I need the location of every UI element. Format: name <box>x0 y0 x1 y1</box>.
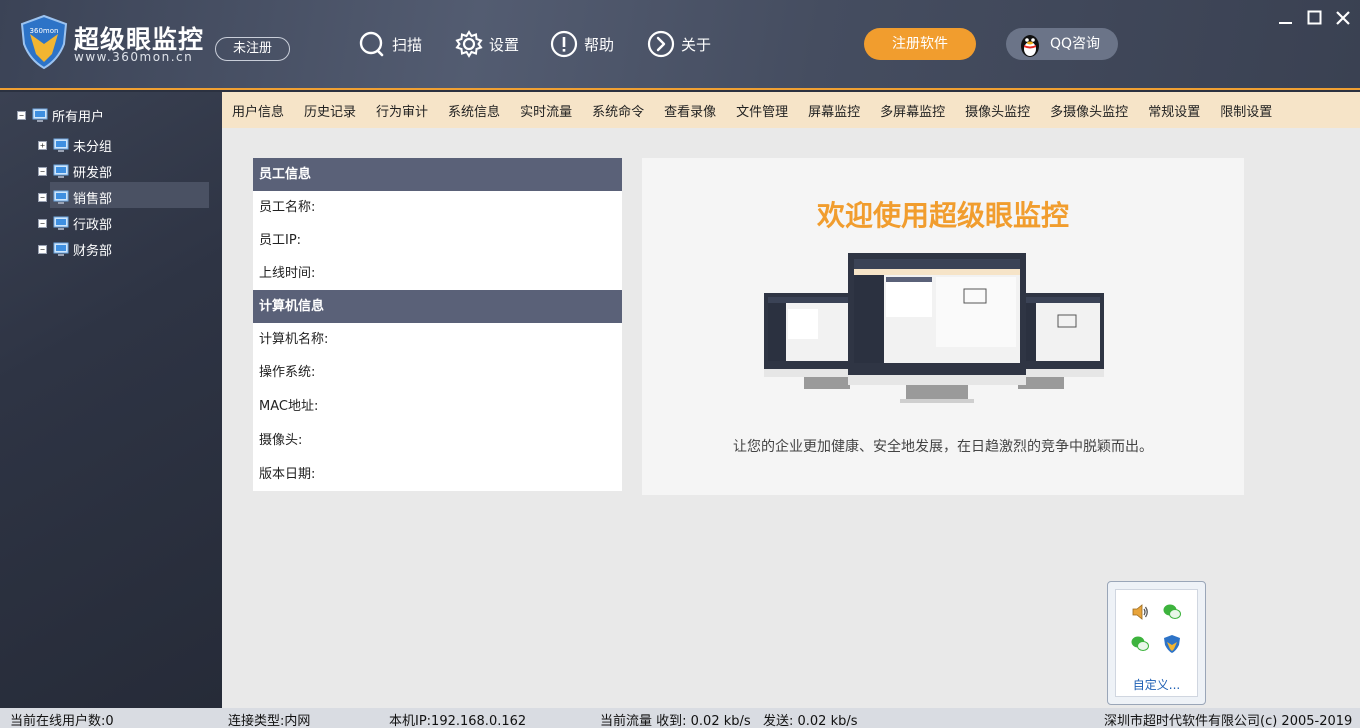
settings-button[interactable]: 设置 <box>455 28 519 60</box>
collapse-icon[interactable]: − <box>38 244 47 254</box>
tree-label: 财务部 <box>73 243 113 259</box>
brand-url: www.360mon.cn <box>74 50 194 64</box>
help-button[interactable]: 帮助 <box>550 28 614 60</box>
tree-node-admin[interactable]: − 行政部 <box>38 212 112 234</box>
tab-multi-screen[interactable]: 多屏幕监控 <box>880 101 945 120</box>
tree-node-rd[interactable]: − 研发部 <box>38 160 112 182</box>
tree-label: 未分组 <box>73 139 113 155</box>
monitors-illustration <box>764 253 1104 403</box>
tray-customize-link[interactable]: 自定义... <box>1108 676 1205 693</box>
unregistered-badge[interactable]: 未注册 <box>215 37 290 61</box>
tray-overflow-popup: 自定义... <box>1107 581 1206 705</box>
tab-camera-monitor[interactable]: 摄像头监控 <box>965 101 1030 120</box>
welcome-panel: 欢迎使用超级眼监控 让您的企业更加健康、安全地发展，在日趋激烈的竞争中脱颖而出。 <box>642 158 1244 495</box>
tree-node-finance[interactable]: − 财务部 <box>38 238 112 260</box>
tree-label: 行政部 <box>73 217 113 233</box>
scan-button[interactable]: 扫描 <box>358 28 422 60</box>
collapse-icon[interactable]: − <box>17 110 26 120</box>
welcome-title: 欢迎使用超级眼监控 <box>816 199 1069 232</box>
collapse-icon[interactable]: − <box>38 166 47 176</box>
tab-multi-camera[interactable]: 多摄像头监控 <box>1050 101 1128 120</box>
register-button[interactable]: 注册软件 <box>864 28 976 60</box>
mac-field: MAC地址: <box>259 399 319 414</box>
function-tabs: 用户信息 历史记录 行为审计 系统信息 实时流量 系统命令 查看录像 文件管理 … <box>222 92 1360 128</box>
status-bar: 当前在线用户数:0 连接类型:内网 本机IP:192.168.0.162 当前流… <box>0 708 1360 728</box>
info-panel: 员工信息 员工名称: 员工IP: 上线时间: 计算机信息 计算机名称: 操作系统… <box>253 158 622 491</box>
tab-general-settings[interactable]: 常规设置 <box>1148 101 1200 120</box>
tree-label: 研发部 <box>73 165 113 181</box>
copyright-status: 深圳市超时代软件有限公司(c) 2005-2019 <box>1104 714 1353 728</box>
computer-icon <box>32 108 48 122</box>
welcome-subtitle: 让您的企业更加健康、安全地发展，在日趋激烈的竞争中脱颖而出。 <box>733 439 1153 455</box>
tab-view-recording[interactable]: 查看录像 <box>664 101 716 120</box>
maximize-icon[interactable] <box>1305 8 1325 28</box>
tab-file-manager[interactable]: 文件管理 <box>736 101 788 120</box>
employee-ip-field: 员工IP: <box>259 233 302 248</box>
qq-consult-label: QQ咨询 <box>1050 36 1101 52</box>
wechat-icon[interactable] <box>1162 602 1182 622</box>
about-icon <box>647 30 675 58</box>
computer-name-field: 计算机名称: <box>259 332 329 347</box>
help-label: 帮助 <box>584 35 615 54</box>
user-tree-panel: − 所有用户 + 未分组 − 研发部 − 销售部 − 行政部 − 财务部 <box>0 92 222 708</box>
tree-label-root: 所有用户 <box>52 109 105 125</box>
about-button[interactable]: 关于 <box>647 28 711 60</box>
minimize-icon[interactable] <box>1276 8 1296 28</box>
speaker-icon[interactable] <box>1130 602 1150 622</box>
tab-realtime-traffic[interactable]: 实时流量 <box>520 101 572 120</box>
tab-behavior-audit[interactable]: 行为审计 <box>376 101 428 120</box>
title-bar: 360mon 超级眼监控 www.360mon.cn 未注册 扫描 设置 帮助 … <box>0 0 1360 90</box>
help-icon <box>550 30 578 58</box>
computer-icon <box>53 190 69 204</box>
tree-node-ungrouped[interactable]: + 未分组 <box>38 134 112 156</box>
os-field: 操作系统: <box>259 365 316 380</box>
qq-penguin-icon <box>1021 35 1039 57</box>
tree-label: 销售部 <box>73 191 113 207</box>
connection-type-status: 连接类型:内网 <box>228 714 311 728</box>
camera-field: 摄像头: <box>259 433 303 448</box>
expand-icon[interactable]: + <box>38 140 47 150</box>
tab-screen-monitor[interactable]: 屏幕监控 <box>808 101 860 120</box>
collapse-icon[interactable]: − <box>38 218 47 228</box>
search-icon <box>359 31 384 57</box>
computer-icon <box>53 138 69 152</box>
app-shield-icon[interactable] <box>1162 634 1182 654</box>
tab-user-info[interactable]: 用户信息 <box>232 101 284 120</box>
traffic-sent-status: 发送: 0.02 kb/s <box>763 714 858 728</box>
traffic-received-status: 当前流量 收到: 0.02 kb/s <box>600 714 751 728</box>
version-date-field: 版本日期: <box>259 467 316 482</box>
online-time-field: 上线时间: <box>259 266 316 281</box>
collapse-icon[interactable]: − <box>38 192 47 202</box>
tab-system-info[interactable]: 系统信息 <box>448 101 500 120</box>
wechat-icon[interactable] <box>1130 634 1150 654</box>
tab-system-command[interactable]: 系统命令 <box>592 101 644 120</box>
gear-icon <box>455 30 483 58</box>
logo-icon: 360mon <box>20 14 68 70</box>
tab-restriction-settings[interactable]: 限制设置 <box>1220 101 1272 120</box>
tree-node-all-users[interactable]: − 所有用户 <box>17 104 104 126</box>
employee-name-field: 员工名称: <box>259 200 316 215</box>
local-ip-status: 本机IP:192.168.0.162 <box>389 714 527 728</box>
tab-history[interactable]: 历史记录 <box>304 101 356 120</box>
about-label: 关于 <box>681 35 712 54</box>
employee-info-header: 员工信息 <box>253 158 622 191</box>
settings-label: 设置 <box>489 35 520 54</box>
qq-consult-button[interactable]: QQ咨询 <box>1006 28 1118 60</box>
computer-icon <box>53 216 69 230</box>
close-icon[interactable] <box>1333 8 1353 28</box>
computer-icon <box>53 242 69 256</box>
computer-icon <box>53 164 69 178</box>
computer-info-header: 计算机信息 <box>253 290 622 323</box>
tree-node-sales[interactable]: − 销售部 <box>38 186 112 208</box>
svg-text:360mon: 360mon <box>30 27 59 35</box>
online-users-status: 当前在线用户数:0 <box>10 714 114 728</box>
scan-label: 扫描 <box>392 35 423 54</box>
